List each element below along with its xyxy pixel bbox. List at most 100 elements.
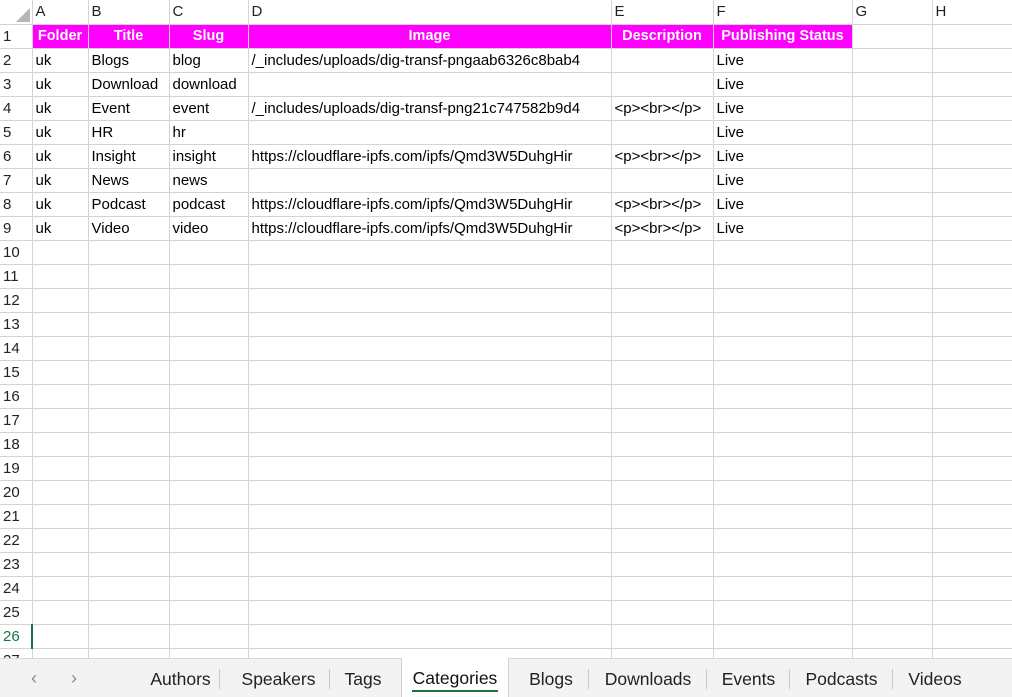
cell-a14[interactable] [32,336,89,361]
tab-authors[interactable]: Authors [142,659,219,697]
cell-f14[interactable] [713,336,853,361]
cell-c3[interactable]: download [169,72,249,97]
cell-e10[interactable] [611,240,714,265]
cell-f16[interactable] [713,384,853,409]
cell-h18[interactable] [932,432,1012,457]
cell-h20[interactable] [932,480,1012,505]
cell-f4[interactable]: Live [713,96,853,121]
column-header-g[interactable]: G [852,0,933,25]
cell-c27[interactable] [169,648,249,658]
cell-d10[interactable] [248,240,612,265]
column-header-c[interactable]: C [169,0,249,25]
cell-b10[interactable] [88,240,170,265]
cell-a4[interactable]: uk [32,96,89,121]
cell-f2[interactable]: Live [713,48,853,73]
cell-e4[interactable]: <p><br></p> [611,96,714,121]
cell-d1[interactable]: Image [248,24,612,49]
row-header-13[interactable]: 13 [0,312,33,337]
row-header-12[interactable]: 12 [0,288,33,313]
cell-f3[interactable]: Live [713,72,853,97]
cell-d7[interactable] [248,168,612,193]
cell-d14[interactable] [248,336,612,361]
cell-e16[interactable] [611,384,714,409]
column-header-e[interactable]: E [611,0,714,25]
cell-c12[interactable] [169,288,249,313]
cell-b23[interactable] [88,552,170,577]
cell-g18[interactable] [852,432,933,457]
cell-f23[interactable] [713,552,853,577]
row-header-6[interactable]: 6 [0,144,33,169]
row-header-1[interactable]: 1 [0,24,33,49]
cell-a13[interactable] [32,312,89,337]
cell-a23[interactable] [32,552,89,577]
cell-b24[interactable] [88,576,170,601]
cell-g15[interactable] [852,360,933,385]
cell-h19[interactable] [932,456,1012,481]
cell-c16[interactable] [169,384,249,409]
cell-e5[interactable] [611,120,714,145]
row-header-17[interactable]: 17 [0,408,33,433]
cell-d6[interactable]: https://cloudflare-ipfs.com/ipfs/Qmd3W5D… [248,144,612,169]
row-header-11[interactable]: 11 [0,264,33,289]
cell-g17[interactable] [852,408,933,433]
cell-e20[interactable] [611,480,714,505]
cell-c17[interactable] [169,408,249,433]
cell-h1[interactable] [932,24,1012,49]
cell-e11[interactable] [611,264,714,289]
cell-b26[interactable] [88,624,170,649]
row-header-5[interactable]: 5 [0,120,33,145]
cell-e6[interactable]: <p><br></p> [611,144,714,169]
cell-a11[interactable] [32,264,89,289]
row-header-4[interactable]: 4 [0,96,33,121]
row-header-3[interactable]: 3 [0,72,33,97]
cell-c24[interactable] [169,576,249,601]
select-all-corner[interactable] [0,0,33,25]
row-header-8[interactable]: 8 [0,192,33,217]
cell-c18[interactable] [169,432,249,457]
cell-a12[interactable] [32,288,89,313]
tab-videos[interactable]: Videos [893,659,977,697]
cell-g19[interactable] [852,456,933,481]
cell-a20[interactable] [32,480,89,505]
cell-e22[interactable] [611,528,714,553]
cell-e1[interactable]: Description [611,24,714,49]
cell-d12[interactable] [248,288,612,313]
cell-c4[interactable]: event [169,96,249,121]
cell-f7[interactable]: Live [713,168,853,193]
cell-f24[interactable] [713,576,853,601]
cell-a6[interactable]: uk [32,144,89,169]
cell-g23[interactable] [852,552,933,577]
row-header-25[interactable]: 25 [0,600,33,625]
row-header-2[interactable]: 2 [0,48,33,73]
cell-g8[interactable] [852,192,933,217]
cell-c5[interactable]: hr [169,120,249,145]
cell-g1[interactable] [852,24,933,49]
cell-b1[interactable]: Title [88,24,170,49]
cell-g6[interactable] [852,144,933,169]
tab-speakers[interactable]: Speakers [228,659,329,697]
cell-g27[interactable] [852,648,933,658]
cell-d5[interactable] [248,120,612,145]
cell-f9[interactable]: Live [713,216,853,241]
cell-h21[interactable] [932,504,1012,529]
cell-f19[interactable] [713,456,853,481]
cell-h5[interactable] [932,120,1012,145]
cell-c15[interactable] [169,360,249,385]
cell-g3[interactable] [852,72,933,97]
cell-g4[interactable] [852,96,933,121]
cell-h9[interactable] [932,216,1012,241]
cell-a21[interactable] [32,504,89,529]
cell-c25[interactable] [169,600,249,625]
cell-a9[interactable]: uk [32,216,89,241]
cell-d17[interactable] [248,408,612,433]
cell-c2[interactable]: blog [169,48,249,73]
cell-a19[interactable] [32,456,89,481]
row-header-24[interactable]: 24 [0,576,33,601]
cell-f27[interactable] [713,648,853,658]
cell-b15[interactable] [88,360,170,385]
cell-c1[interactable]: Slug [169,24,249,49]
cell-e17[interactable] [611,408,714,433]
cell-b21[interactable] [88,504,170,529]
cell-d24[interactable] [248,576,612,601]
cell-c10[interactable] [169,240,249,265]
